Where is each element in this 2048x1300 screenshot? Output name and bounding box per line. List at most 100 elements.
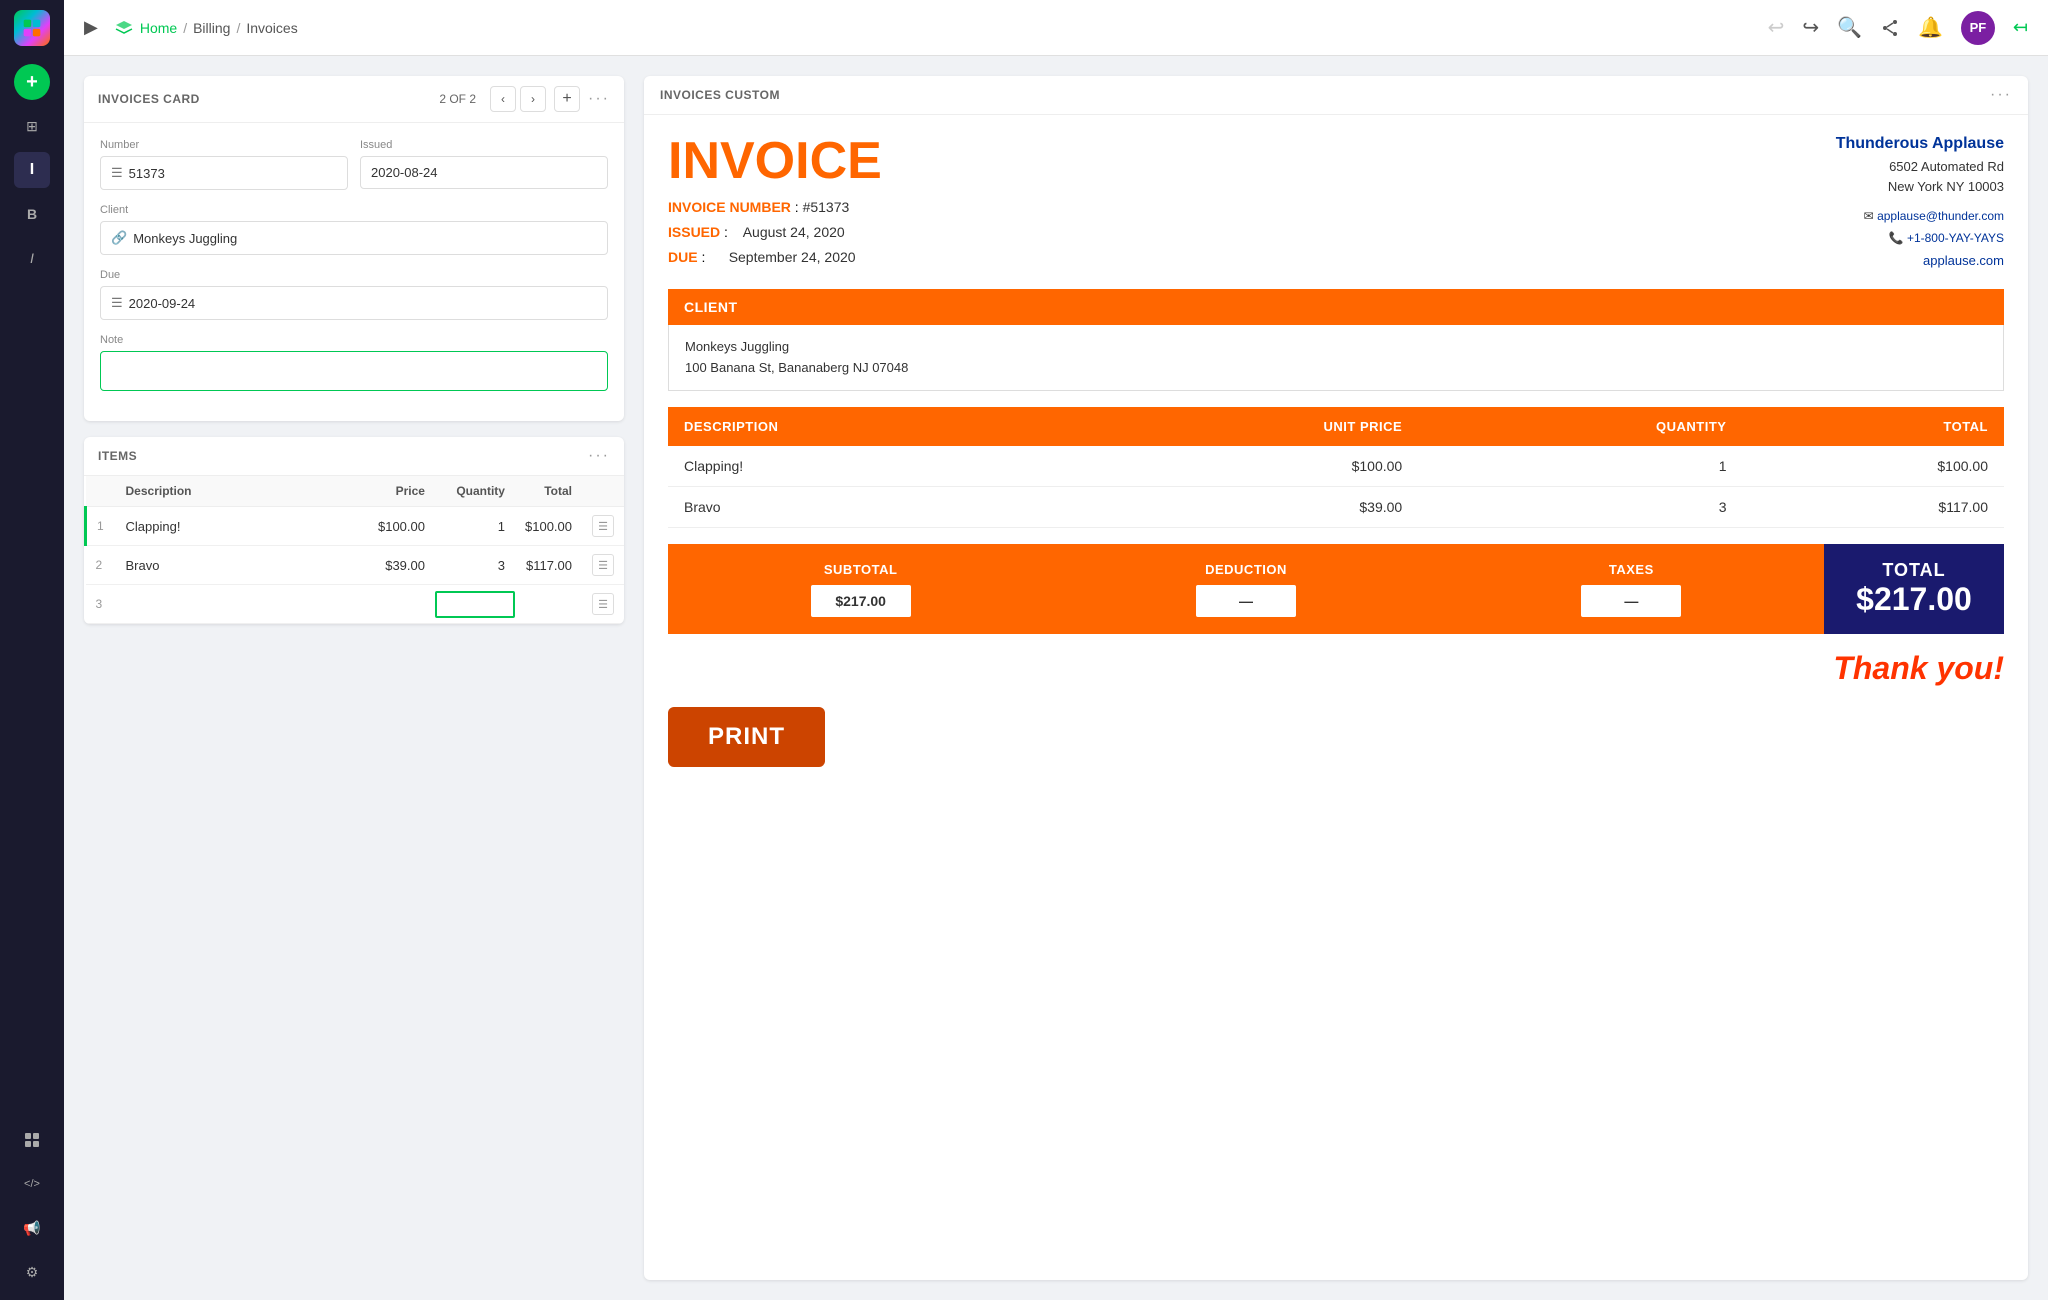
total-final-col: TOTAL $217.00	[1824, 544, 2004, 634]
issued-input[interactable]	[360, 156, 608, 189]
invoice-content: INVOICE INVOICE NUMBER : #51373 ISSUED :…	[644, 115, 2028, 787]
row-description-3[interactable]	[116, 585, 279, 624]
quantity-3-input[interactable]	[445, 597, 505, 612]
company-email-link[interactable]: applause@thunder.com	[1877, 209, 2004, 223]
inv-row-uprice-1: $100.00	[1068, 446, 1418, 487]
sidebar-item-italic-i[interactable]: I	[14, 240, 50, 276]
collapse-button[interactable]: ↤	[2013, 17, 2028, 38]
total-final-value: $217.00	[1856, 581, 1972, 618]
company-name: Thunderous Applause	[1836, 135, 2004, 153]
undo-button[interactable]: ↩	[1768, 15, 1785, 40]
number-input[interactable]: ☰	[100, 156, 348, 190]
inv-row-qty-1: 1	[1418, 446, 1742, 487]
topbar-actions: ↩ ↪ 🔍 🔔 PF ↤	[1768, 11, 2028, 45]
card-header: INVOICES Card 2 OF 2 ‹ › + ···	[84, 76, 624, 123]
invoice-title-block: INVOICE INVOICE NUMBER : #51373 ISSUED :…	[668, 135, 882, 271]
inv-col-total: TOTAL	[1742, 407, 2004, 446]
card-more-button[interactable]: ···	[588, 90, 610, 108]
row-price-3[interactable]	[278, 585, 435, 624]
row-total-1: $100.00	[515, 507, 582, 546]
inv-row-desc-2: Bravo	[668, 487, 1068, 528]
expand-button[interactable]: ▶	[84, 17, 98, 38]
items-more-button[interactable]: ···	[588, 447, 610, 465]
app-logo[interactable]	[14, 10, 50, 46]
row-quantity-2: 3	[435, 546, 515, 585]
left-panel: INVOICES Card 2 OF 2 ‹ › + ··· Number	[84, 76, 624, 1280]
inv-due-colon: :	[698, 249, 729, 265]
user-avatar[interactable]: PF	[1961, 11, 1995, 45]
sidebar-item-grid[interactable]: ⊞	[14, 108, 50, 144]
sidebar-item-megaphone[interactable]: 📢	[14, 1210, 50, 1246]
search-button[interactable]: 🔍	[1837, 15, 1862, 40]
add-new-button[interactable]: +	[14, 64, 50, 100]
due-input[interactable]: ☰	[100, 286, 608, 320]
row-quantity-1: 1	[435, 507, 515, 546]
invoice-meta: INVOICE NUMBER : #51373 ISSUED : August …	[668, 195, 882, 271]
inv-col-unit-price: UNIT PRICE	[1068, 407, 1418, 446]
redo-button[interactable]: ↪	[1802, 15, 1819, 40]
row-total-2: $117.00	[515, 546, 582, 585]
next-button[interactable]: ›	[520, 86, 546, 112]
thank-you-text: Thank you!	[1833, 650, 2004, 686]
client-input[interactable]: 🔗	[100, 221, 608, 255]
taxes-label: TAXES	[1609, 562, 1654, 577]
row-delete-2: ☰	[582, 546, 624, 585]
invoice-more-button[interactable]: ···	[1990, 86, 2012, 104]
row-description-2: Bravo	[116, 546, 279, 585]
sidebar-item-code[interactable]: </>	[14, 1166, 50, 1202]
client-field-group: Client 🔗	[100, 204, 608, 255]
inv-row-qty-2: 3	[1418, 487, 1742, 528]
sidebar-item-settings[interactable]: ⚙	[14, 1254, 50, 1290]
note-row: Note	[100, 334, 608, 391]
sidebar-item-bold-b[interactable]: B	[14, 196, 50, 232]
row-num-3: 3	[86, 585, 116, 624]
taxes-col: TAXES —	[1439, 544, 1824, 634]
taxes-value: —	[1581, 585, 1681, 617]
inv-table-row: Bravo $39.00 3 $117.00	[668, 487, 2004, 528]
issued-input-field[interactable]	[371, 165, 597, 180]
total-final-label: TOTAL	[1882, 560, 1945, 581]
add-record-button[interactable]: +	[554, 86, 580, 112]
number-input-field[interactable]	[129, 166, 337, 181]
col-price: Price	[278, 476, 435, 507]
inv-issued-value: August 24, 2020	[743, 224, 845, 240]
inv-due-value: September 24, 2020	[729, 249, 856, 265]
number-field-group: Number ☰	[100, 139, 348, 190]
delete-row-1-button[interactable]: ☰	[592, 515, 614, 537]
sidebar: + ⊞ I B I </> 📢 ⚙	[0, 0, 64, 1300]
delete-row-3-button[interactable]: ☰	[592, 593, 614, 615]
nav-buttons: ‹ ›	[490, 86, 546, 112]
inv-issued-label: ISSUED	[668, 224, 720, 240]
inv-row-total-1: $100.00	[1742, 446, 2004, 487]
due-input-field[interactable]	[129, 296, 597, 311]
layers-icon	[114, 18, 134, 38]
company-phone-link[interactable]: +1-800-YAY-YAYS	[1907, 231, 2004, 245]
print-button[interactable]: PRINT	[668, 707, 825, 767]
inv-issued-colon: :	[720, 224, 743, 240]
company-website-link[interactable]: applause.com	[1923, 253, 2004, 268]
invoice-items-table: DESCRIPTION UNIT PRICE QUANTITY TOTAL Cl…	[668, 407, 2004, 528]
sidebar-item-layout[interactable]	[14, 1122, 50, 1158]
description-3-input[interactable]	[126, 597, 269, 612]
client-input-field[interactable]	[133, 231, 597, 246]
row-delete-3: ☰	[582, 585, 624, 624]
breadcrumb-home[interactable]: Home	[140, 20, 177, 36]
inv-number-colon: :	[791, 199, 803, 215]
delete-row-2-button[interactable]: ☰	[592, 554, 614, 576]
row-price-1: $100.00	[278, 507, 435, 546]
inv-due-label: DUE	[668, 249, 698, 265]
note-input[interactable]	[100, 351, 608, 391]
breadcrumb-billing[interactable]: Billing	[193, 20, 230, 36]
price-3-input[interactable]	[288, 597, 425, 612]
invoice-totals: SUBTOTAL $217.00 DEDUCTION — TAXES — TOT…	[668, 544, 2004, 634]
invoices-card: INVOICES Card 2 OF 2 ‹ › + ··· Number	[84, 76, 624, 421]
inv-row-desc-1: Clapping!	[668, 446, 1068, 487]
prev-button[interactable]: ‹	[490, 86, 516, 112]
col-description: Description	[116, 476, 279, 507]
note-input-field[interactable]	[111, 364, 597, 379]
row-total-3	[515, 585, 582, 624]
sidebar-item-document-i[interactable]: I	[14, 152, 50, 188]
row-quantity-3[interactable]	[435, 585, 515, 624]
bell-button[interactable]: 🔔	[1918, 15, 1943, 40]
share-button[interactable]	[1880, 18, 1900, 38]
